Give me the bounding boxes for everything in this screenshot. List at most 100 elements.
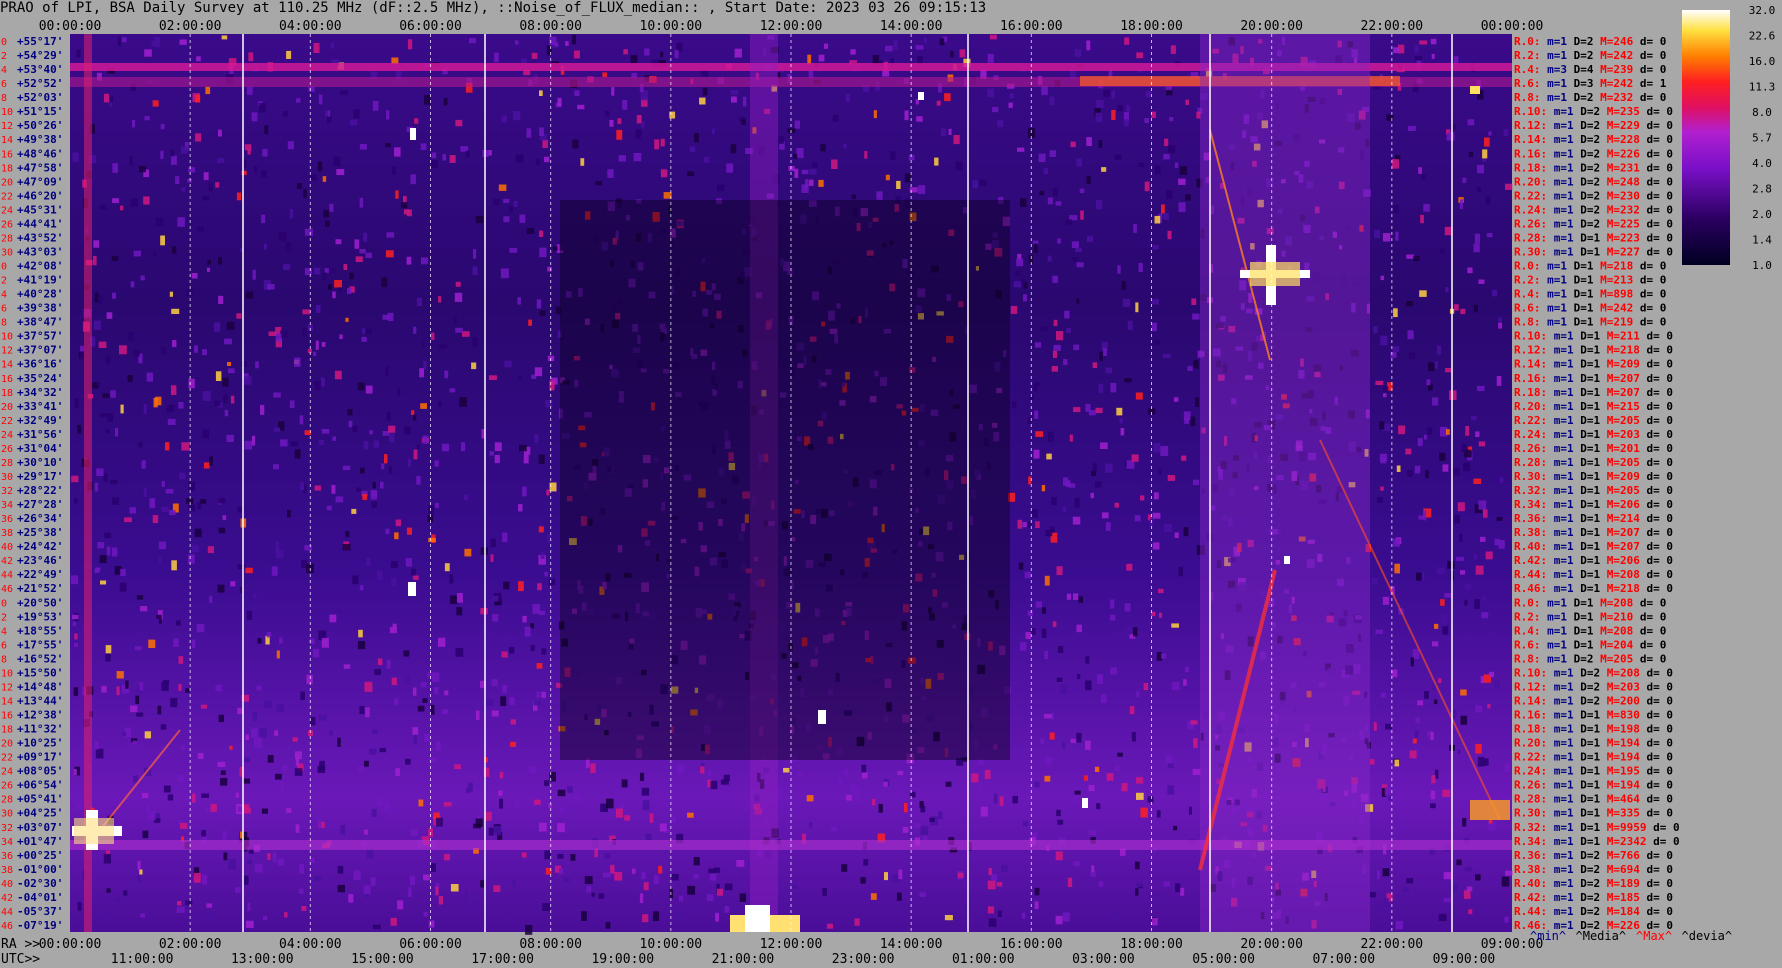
declination-label: -05°37'	[17, 905, 63, 918]
heat-cell	[394, 532, 399, 540]
heat-cell	[1183, 527, 1189, 537]
row-stat-line: R.28: m=1 D=1 M=223 d= 0	[1514, 231, 1673, 244]
declination-label: +12°38'	[17, 709, 63, 722]
declination-label: +32°49'	[17, 414, 63, 427]
heat-cell	[247, 148, 251, 155]
heat-cell	[318, 440, 325, 445]
heat-cell	[1430, 803, 1436, 809]
heat-cell	[167, 794, 174, 801]
heat-cell	[1442, 626, 1449, 635]
heat-cell	[884, 45, 893, 52]
row-stat-m: m=1	[1547, 905, 1574, 918]
top-axis-tick-label: 02:00:00	[159, 19, 222, 34]
heat-cell	[264, 700, 272, 709]
heat-cell	[573, 793, 580, 802]
heat-cell	[268, 331, 276, 336]
heat-cell	[354, 239, 360, 249]
row-stat-D: D=2	[1574, 133, 1601, 146]
declination-label: +46°20'	[17, 189, 63, 202]
heat-cell	[1473, 553, 1477, 561]
heat-cell	[395, 519, 401, 527]
heat-cell	[1496, 516, 1503, 521]
heat-cell	[641, 787, 650, 796]
row-stat-d: d= 0	[1633, 260, 1666, 273]
heat-cell	[331, 484, 336, 494]
bright-source-2	[818, 710, 826, 724]
heat-cell	[1380, 486, 1384, 491]
declination-label: +55°17'	[17, 35, 63, 48]
heat-cell	[392, 623, 397, 629]
heat-cell	[181, 187, 186, 192]
heat-cell	[1180, 887, 1185, 896]
heat-cell	[642, 800, 650, 811]
row-number-label: 34	[1, 837, 13, 848]
heat-cell	[1449, 390, 1457, 400]
declination-label: +27°28'	[17, 498, 63, 511]
heat-cell	[154, 618, 159, 625]
heat-cell	[1055, 201, 1062, 206]
heat-cell	[1129, 706, 1135, 715]
heat-cell	[74, 633, 78, 640]
row-stat-d: d= 0	[1640, 540, 1673, 553]
heat-cell	[385, 366, 389, 377]
heat-cell	[742, 96, 747, 107]
heat-cell	[615, 808, 623, 818]
heat-cell	[1192, 313, 1200, 320]
row-stat-R: R.22:	[1514, 189, 1547, 202]
heat-cell	[716, 888, 723, 896]
row-stat-d: d= 0	[1640, 807, 1673, 820]
heat-cell	[918, 185, 926, 194]
bright-source-1	[408, 582, 416, 596]
heat-cell	[76, 802, 83, 810]
row-stat-M: M=207	[1600, 526, 1640, 539]
heat-cell	[428, 920, 435, 928]
heat-cell	[1019, 198, 1027, 207]
heat-cell	[1420, 214, 1424, 224]
heat-cell	[897, 770, 904, 776]
row-stat-M: M=204	[1594, 638, 1634, 651]
heat-cell	[428, 537, 436, 543]
heat-cell	[1062, 742, 1066, 749]
heat-cell	[860, 877, 866, 884]
heat-cell	[711, 128, 715, 135]
heat-cell	[143, 196, 150, 205]
row-stat-M: M=219	[1594, 316, 1634, 329]
heat-cell	[463, 494, 469, 501]
heat-cell	[674, 50, 679, 59]
heat-cell	[831, 826, 837, 832]
heat-cell	[299, 888, 304, 894]
heat-cell	[609, 120, 614, 127]
heat-cell	[1174, 162, 1179, 168]
heat-cell	[202, 391, 211, 401]
heat-cell	[74, 498, 78, 504]
row-stat-M: M=207	[1600, 372, 1640, 385]
row-number-label: 26	[1, 219, 13, 230]
heat-cell	[116, 671, 124, 679]
heat-cell	[1505, 763, 1510, 772]
row-stat-m: m=1	[1547, 694, 1574, 707]
row-stat-d: d= 0	[1640, 344, 1673, 357]
heat-cell	[80, 345, 84, 352]
heat-cell	[338, 287, 343, 294]
heat-cell	[171, 385, 177, 395]
heat-cell	[226, 434, 234, 442]
row-number-label: 46	[1, 584, 13, 595]
heat-cell	[1394, 563, 1400, 574]
heat-cell	[414, 118, 419, 124]
row-number-label: 30	[1, 809, 13, 820]
heat-cell	[1136, 777, 1144, 784]
heat-cell	[1051, 497, 1057, 506]
heat-cell	[1088, 785, 1095, 792]
heat-cell	[1088, 410, 1096, 416]
heat-cell	[1122, 298, 1131, 307]
ra-axis-tick-label: 00:00:00	[39, 937, 102, 952]
heat-cell	[494, 454, 500, 464]
heat-cell	[384, 454, 388, 464]
declination-label: +47°58'	[17, 161, 63, 174]
declination-label: -07°19'	[17, 919, 63, 932]
row-stat-M: M=242	[1594, 302, 1634, 315]
heat-cell	[209, 456, 213, 466]
heat-cell	[1158, 588, 1164, 594]
row-number-label: 26	[1, 444, 13, 455]
declination-label: +34°32'	[17, 386, 63, 399]
